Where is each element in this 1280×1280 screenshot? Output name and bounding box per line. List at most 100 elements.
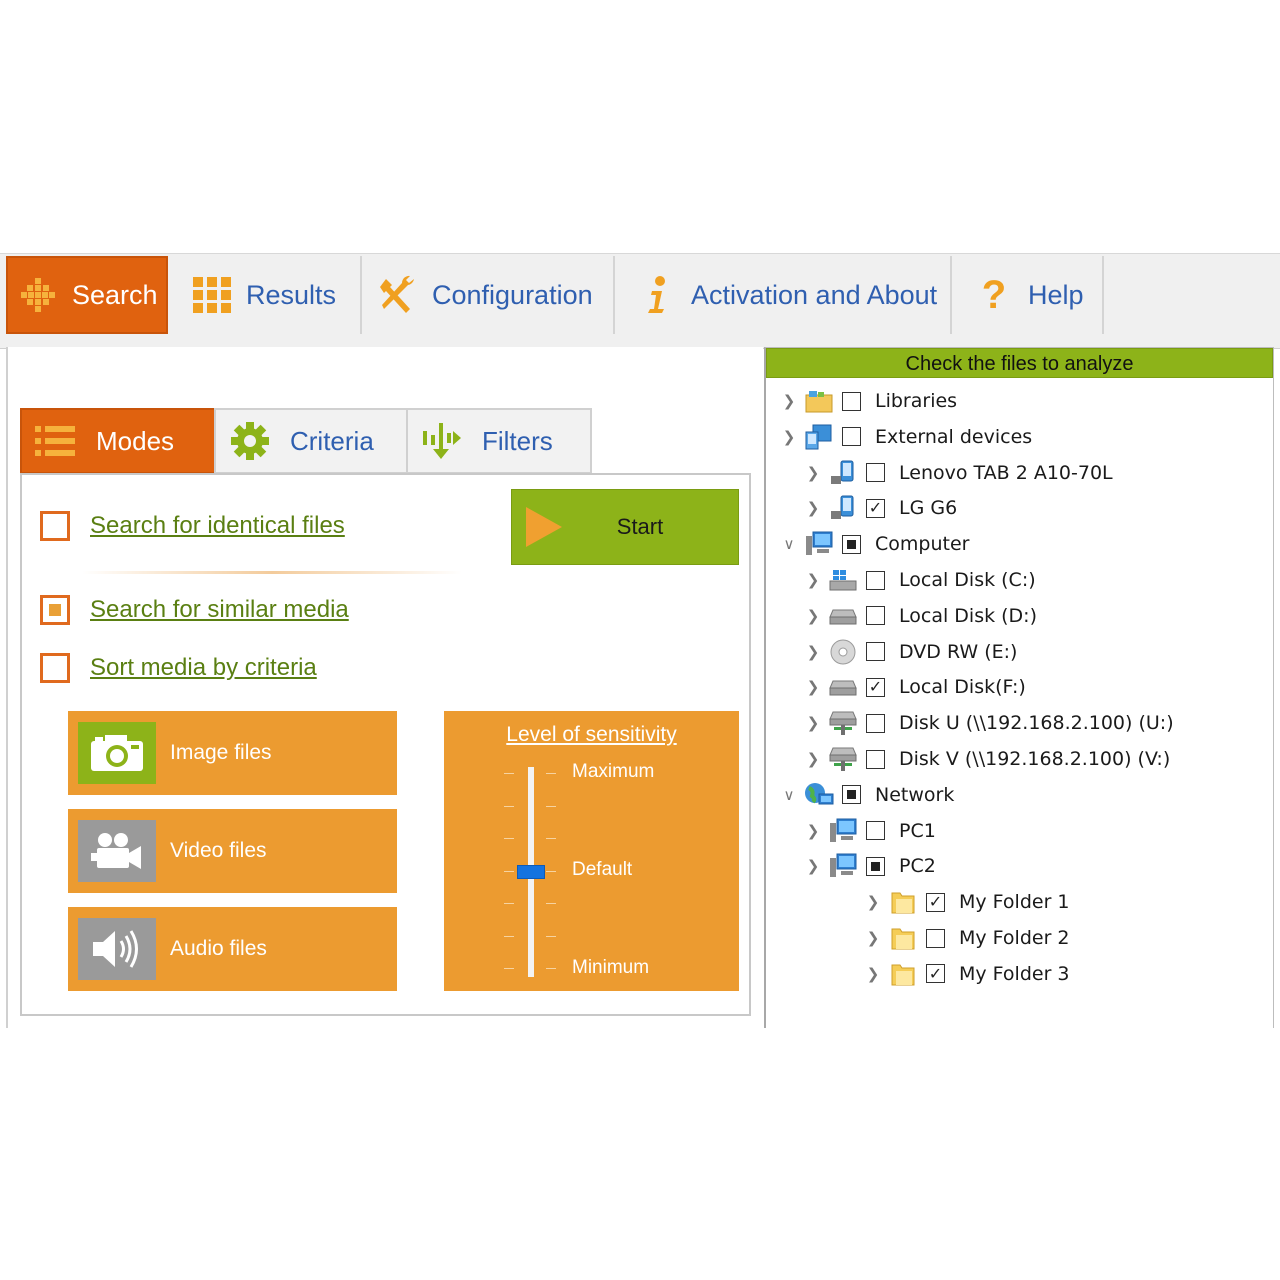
chevron-right-icon[interactable]: ❯ [804,678,822,696]
tree-item-checkbox[interactable] [926,928,945,948]
tab-search[interactable]: Search [6,256,168,334]
tree-item[interactable]: ❯ Disk V (\\192.168.2.100) (V:) [804,742,1170,776]
tree-item[interactable]: ❯ Local Disk (D:) [804,599,1037,633]
slider-tick [504,838,514,839]
modes-panel: Search for identical files Search for si… [20,473,751,1016]
sort-media-label[interactable]: Sort media by criteria [90,654,317,682]
slider-tick [504,903,514,904]
gear-icon [228,421,272,461]
tab-activation-about[interactable]: Activation and About [615,256,952,334]
chevron-right-icon[interactable]: ❯ [780,392,798,410]
tree-item[interactable]: ❯ My Folder 2 [864,921,1070,955]
chevron-right-icon[interactable]: ❯ [804,857,822,875]
tree-item-label: Local Disk (D:) [899,604,1037,627]
tree-item[interactable]: ∨ Network [780,778,954,812]
tab-label: Modes [96,425,175,456]
tree-item[interactable]: ❯ ✓ Local Disk(F:) [804,670,1026,704]
chevron-right-icon[interactable]: ❯ [804,607,822,625]
tree-item-checkbox[interactable] [842,785,861,805]
tree-item-checkbox[interactable] [842,534,861,554]
chevron-right-icon[interactable]: ❯ [804,464,822,482]
chevron-right-icon[interactable]: ❯ [804,714,822,732]
app-window: Search Results Configuration Activation … [0,253,1280,1028]
tree-item-checkbox[interactable] [866,856,885,876]
tree-item[interactable]: ❯ PC2 [804,849,936,883]
sensitivity-max-label: Maximum [572,761,655,782]
tree-item[interactable]: ❯ ✓ My Folder 1 [864,885,1070,919]
identical-files-label[interactable]: Search for identical files [90,512,345,540]
option-identical-files[interactable]: Search for identical files [40,511,345,541]
identical-files-checkbox[interactable] [40,511,70,541]
tree-item[interactable]: ❯ Libraries [780,384,957,418]
sensitivity-slider-thumb[interactable] [517,864,545,879]
option-similar-media[interactable]: Search for similar media [40,595,349,625]
external-devices-icon [804,424,834,450]
chevron-right-icon[interactable]: ❯ [864,893,882,911]
chevron-right-icon[interactable]: ❯ [864,929,882,947]
similar-media-checkbox[interactable] [40,595,70,625]
tab-help[interactable]: ? Help [952,256,1104,334]
tree-item-label: Disk U (\\192.168.2.100) (U:) [899,712,1174,735]
computer-icon [828,853,858,879]
tree-item[interactable]: ∨ Computer [780,527,969,561]
tree-item-checkbox[interactable] [866,606,885,626]
tree-item-checkbox[interactable]: ✓ [926,892,945,912]
option-sort-media[interactable]: Sort media by criteria [40,653,317,683]
tab-label: Results [246,279,337,310]
tab-filters[interactable]: Filters [406,408,592,474]
tree-item-checkbox[interactable]: ✓ [866,498,885,518]
chevron-right-icon[interactable]: ❯ [804,822,822,840]
tree-item-label: Network [875,783,955,806]
tree-item[interactable]: ❯ ✓ My Folder 3 [864,957,1070,991]
drive-icon [828,674,858,700]
tree-item-checkbox[interactable] [866,713,885,733]
tree-item-checkbox[interactable]: ✓ [926,964,945,984]
tab-criteria[interactable]: Criteria [214,408,408,474]
tree-item-label: LG G6 [899,497,958,520]
tree-item[interactable]: ❯ External devices [780,420,1032,454]
tab-configuration[interactable]: Configuration [362,256,615,334]
tree-item-label: Lenovo TAB 2 A10-70L [899,461,1113,484]
chevron-right-icon[interactable]: ❯ [804,499,822,517]
media-video-files[interactable]: Video files [68,809,397,893]
tree-item-checkbox[interactable] [842,391,861,411]
tree-item[interactable]: ❯ Local Disk (C:) [804,563,1036,597]
slider-tick [546,773,556,774]
tree-item-checkbox[interactable] [866,463,885,483]
tree-item-checkbox[interactable] [842,427,861,447]
chevron-down-icon[interactable]: ∨ [780,786,798,804]
speaker-icon [78,918,156,980]
tree-item[interactable]: ❯ ✓ LG G6 [804,491,957,525]
slider-tick [546,805,556,807]
tree-item-checkbox[interactable] [866,749,885,769]
network-icon [804,782,834,808]
media-audio-files[interactable]: Audio files [68,907,397,991]
slider-tick [546,870,556,872]
tab-modes[interactable]: Modes [20,408,216,474]
sensitivity-panel: Level of sensitivity Maximum Default Min… [444,711,739,991]
tree-item[interactable]: ❯ Disk U (\\192.168.2.100) (U:) [804,706,1174,740]
tab-results[interactable]: Results [176,256,362,334]
tab-label: Criteria [290,425,374,456]
sort-media-checkbox[interactable] [40,653,70,683]
start-button[interactable]: Start [511,489,739,565]
tree-item-checkbox[interactable] [866,642,885,662]
similar-media-label[interactable]: Search for similar media [90,596,349,624]
tree-item-checkbox[interactable] [866,821,885,841]
network-drive-icon [828,710,858,736]
chevron-right-icon[interactable]: ❯ [780,428,798,446]
tree-item[interactable]: ❯ Lenovo TAB 2 A10-70L [804,456,1113,490]
chevron-right-icon[interactable]: ❯ [864,965,882,983]
slider-tick [546,903,556,904]
tree-item[interactable]: ❯ PC1 [804,814,936,848]
chevron-down-icon[interactable]: ∨ [780,535,798,553]
tree-item-checkbox[interactable]: ✓ [866,677,885,697]
system-drive-icon [828,567,858,593]
tree-item-checkbox[interactable] [866,570,885,590]
tree-item-label: PC1 [899,819,936,842]
chevron-right-icon[interactable]: ❯ [804,750,822,768]
tree-item[interactable]: ❯ DVD RW (E:) [804,635,1017,669]
media-image-files[interactable]: Image files [68,711,397,795]
chevron-right-icon[interactable]: ❯ [804,571,822,589]
chevron-right-icon[interactable]: ❯ [804,643,822,661]
